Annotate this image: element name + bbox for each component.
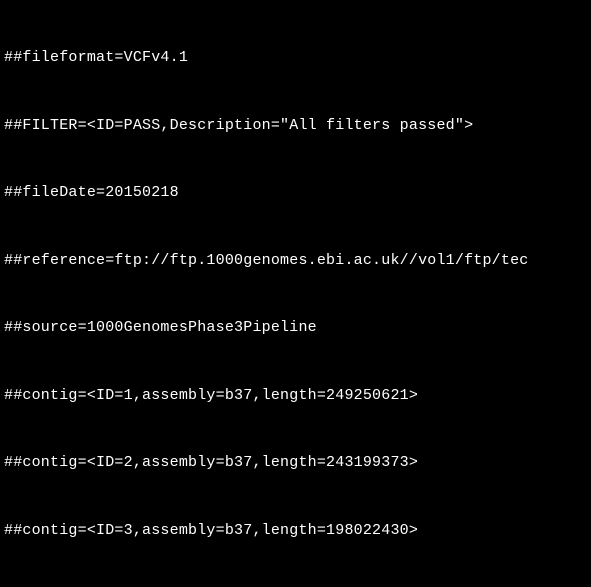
vcf-header-line: ##contig=<ID=3,assembly=b37,length=19802…	[4, 520, 591, 543]
vcf-header-line: ##contig=<ID=2,assembly=b37,length=24319…	[4, 452, 591, 475]
vcf-header-line: ##reference=ftp://ftp.1000genomes.ebi.ac…	[4, 250, 591, 273]
vcf-header-line: ##source=1000GenomesPhase3Pipeline	[4, 317, 591, 340]
vcf-header-line: ##fileformat=VCFv4.1	[4, 47, 591, 70]
vcf-header-line: ##contig=<ID=1,assembly=b37,length=24925…	[4, 385, 591, 408]
terminal-output[interactable]: ##fileformat=VCFv4.1 ##FILTER=<ID=PASS,D…	[0, 0, 591, 587]
vcf-header-line: ##FILTER=<ID=PASS,Description="All filte…	[4, 115, 591, 138]
vcf-header-line: ##fileDate=20150218	[4, 182, 591, 205]
